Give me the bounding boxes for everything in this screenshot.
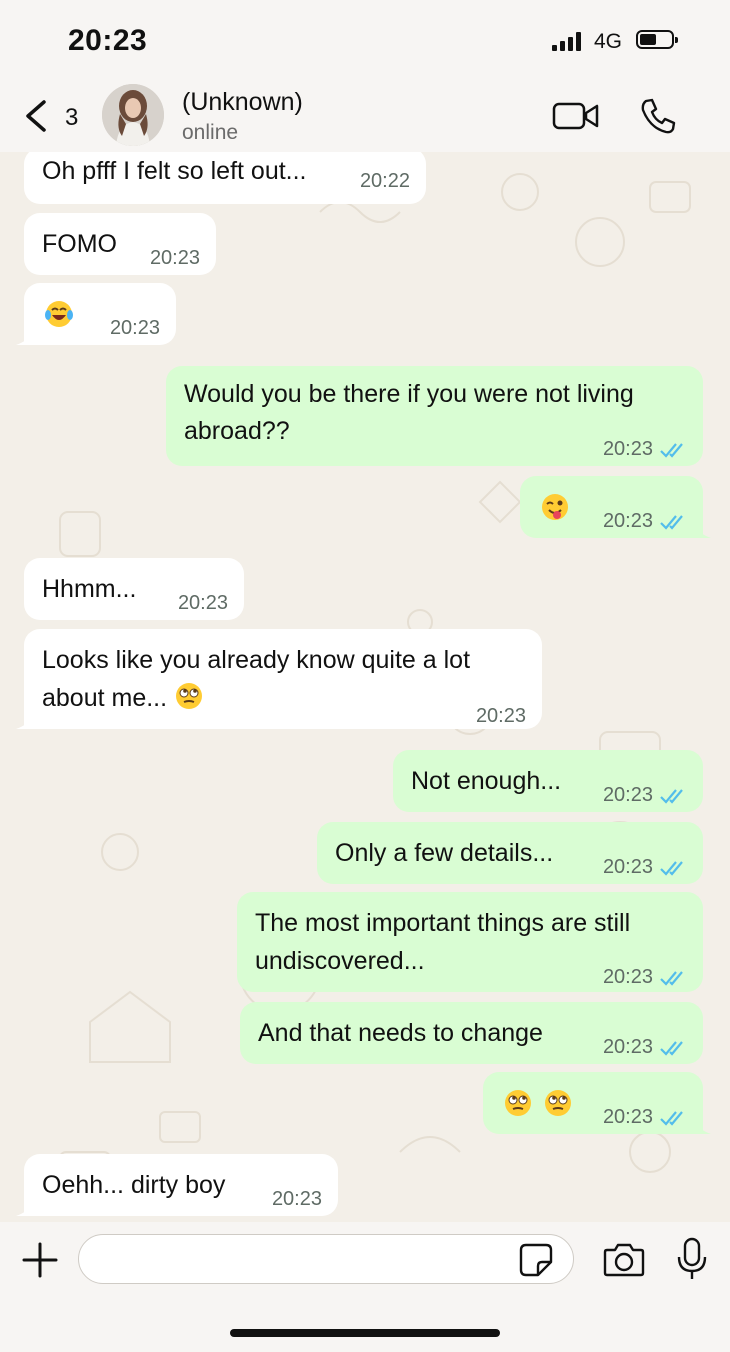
message-time: 20:23 (602, 438, 653, 460)
message-text: The most important things are still (255, 909, 631, 937)
bubble-tail (693, 1120, 711, 1134)
bubble-tail (16, 331, 34, 345)
message-text: Oehh... dirty boy (42, 1171, 226, 1199)
message-text: Hhmm... (42, 575, 137, 603)
home-indicator (230, 1329, 500, 1337)
plus-icon[interactable] (20, 1240, 60, 1280)
bubble-tail (16, 1202, 34, 1216)
phone-icon[interactable] (638, 96, 678, 136)
message-text: Would you be there if you were not livin… (184, 380, 634, 408)
read-receipt-icon (660, 1041, 683, 1056)
message-incoming[interactable]: Oehh... dirty boy 20:23 (16, 1154, 338, 1216)
message-outgoing[interactable]: Only a few details... 20:23 (317, 822, 703, 884)
message-meta: 20:23 (603, 1028, 687, 1066)
chat-area[interactable]: Oh pfff I felt so left out... 20:22 FOMO… (0, 152, 730, 1222)
tears-of-joy-emoji-icon (44, 297, 74, 335)
back-chevron-icon[interactable] (22, 98, 52, 134)
message-incoming[interactable]: Oh pfff I felt so left out... 20:22 (24, 152, 426, 204)
battery-icon (636, 30, 678, 49)
message-outgoing[interactable]: Not enough... 20:23 (393, 750, 703, 812)
avatar[interactable] (102, 84, 164, 146)
message-time: 20:23 (602, 784, 653, 806)
message-meta: 20:23 (603, 1098, 687, 1136)
composer-bar (0, 1222, 730, 1352)
microphone-icon[interactable] (676, 1237, 708, 1281)
message-text-line: about me... (42, 679, 204, 717)
read-receipt-icon (660, 443, 683, 458)
message-time: 20:23 (602, 510, 653, 532)
message-meta: 20:23 (603, 502, 687, 540)
bubble-tail (16, 715, 34, 729)
message-time: 20:23 (149, 247, 200, 269)
message-outgoing[interactable]: And that needs to change 20:23 (240, 1002, 703, 1064)
message-text: And that needs to change (258, 1019, 543, 1047)
message-outgoing[interactable]: 20:23 (520, 476, 711, 540)
camera-icon[interactable] (603, 1240, 645, 1278)
message-meta: 20:23 (603, 958, 687, 996)
unread-count[interactable]: 3 (65, 104, 78, 132)
message-meta: 20:23 (603, 848, 687, 886)
message-text: Not enough... (411, 767, 562, 795)
message-outgoing[interactable]: 20:23 (483, 1072, 711, 1136)
contact-name[interactable]: (Unknown) (182, 88, 303, 117)
winking-tongue-emoji-icon (540, 490, 570, 528)
message-incoming[interactable]: Looks like you already know quite a lot … (16, 629, 542, 729)
network-type: 4G (594, 30, 623, 53)
message-incoming[interactable]: Hhmm... 20:23 (24, 558, 244, 620)
status-bar: 20:23 4G (0, 0, 730, 80)
message-meta: 20:23 (603, 430, 687, 468)
face-with-rolling-eyes-emoji-icon (543, 1086, 573, 1124)
message-input[interactable] (78, 1234, 574, 1284)
read-receipt-icon (660, 789, 683, 804)
message-time: 20:23 (602, 1036, 653, 1058)
chat-header: 3 (Unknown) online (0, 80, 730, 153)
contact-status: online (182, 121, 239, 144)
message-time: 20:23 (109, 317, 160, 339)
message-time: 20:23 (602, 966, 653, 988)
read-receipt-icon (660, 515, 683, 530)
message-text: undiscovered... (255, 947, 425, 975)
status-time: 20:23 (68, 24, 148, 57)
video-call-icon[interactable] (552, 100, 600, 132)
message-text: abroad?? (184, 417, 290, 445)
message-meta: 20:23 (603, 776, 687, 814)
message-outgoing[interactable]: Would you be there if you were not livin… (166, 366, 703, 466)
read-receipt-icon (660, 971, 683, 986)
bubble-tail (693, 524, 711, 538)
message-incoming[interactable]: FOMO 20:23 (24, 213, 216, 275)
sticker-icon[interactable] (518, 1242, 554, 1278)
message-text: Oh pfff I felt so left out... (42, 157, 307, 185)
message-text: about me... (42, 684, 168, 712)
message-outgoing[interactable]: The most important things are still undi… (237, 892, 703, 992)
read-receipt-icon (660, 1111, 683, 1126)
message-text: FOMO (42, 230, 117, 258)
message-text: Only a few details... (335, 839, 554, 867)
signal-strength-icon (552, 31, 584, 51)
message-time: 20:23 (602, 856, 653, 878)
message-time: 20:23 (602, 1106, 653, 1128)
message-time: 20:23 (177, 592, 228, 614)
message-time: 20:22 (359, 170, 410, 192)
message-time: 20:23 (271, 1188, 322, 1210)
message-incoming[interactable]: 20:23 (16, 283, 176, 345)
message-time: 20:23 (475, 705, 526, 727)
face-with-rolling-eyes-emoji-icon (503, 1086, 533, 1124)
message-text: Looks like you already know quite a lot (42, 646, 471, 674)
face-with-rolling-eyes-emoji-icon (174, 683, 204, 712)
read-receipt-icon (660, 861, 683, 876)
